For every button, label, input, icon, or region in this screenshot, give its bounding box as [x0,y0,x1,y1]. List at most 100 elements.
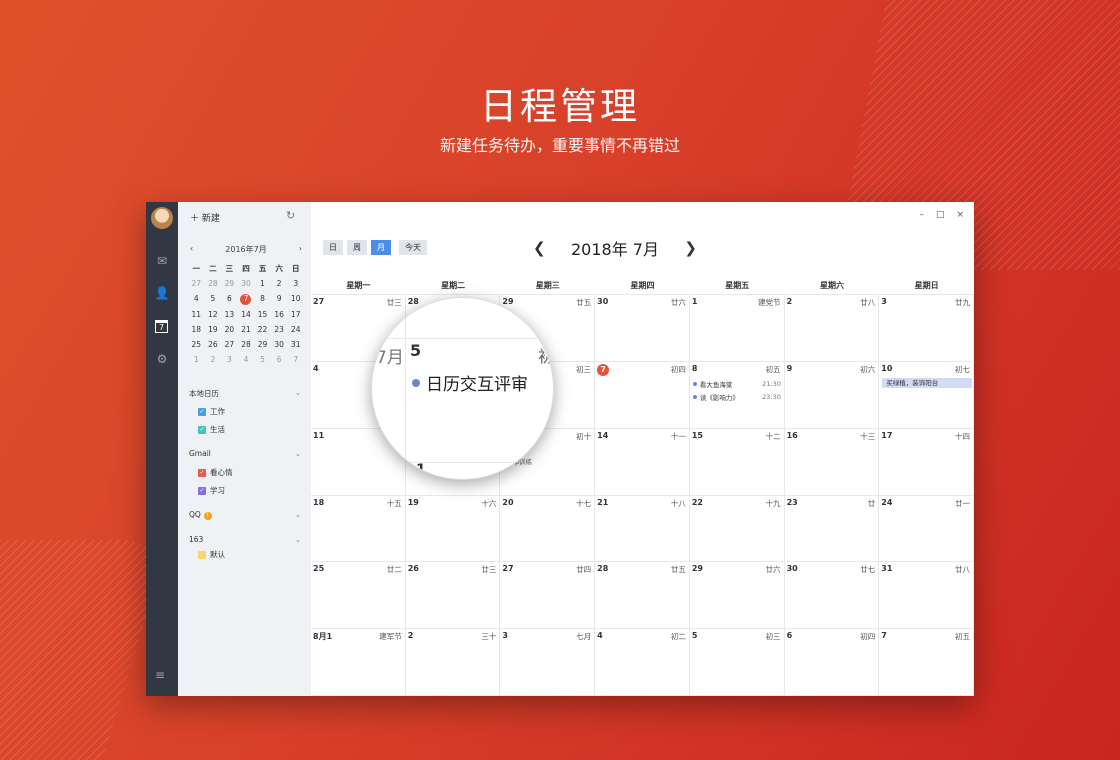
checkbox-icon[interactable]: ✓ [198,486,206,495]
day-cell[interactable]: 16 十三 [784,428,880,496]
mini-day[interactable]: 28 [205,279,222,289]
day-cell[interactable]: 8 初五 看大鱼海棠 21:30 读《影响力》 23:30 [689,361,785,429]
day-cell[interactable]: 31 廿八 [879,562,974,630]
day-cell[interactable]: 10 初七 买绿植，装饰阳台 [879,361,974,429]
mini-day[interactable]: 12 [205,310,222,320]
calendar-item-study[interactable]: ✓ 学习 [198,485,225,496]
mini-day[interactable]: 24 [287,325,304,335]
mini-day[interactable]: 26 [205,340,222,350]
mini-day[interactable]: 17 [287,310,304,320]
calendar-item-default[interactable]: 默认 [198,549,225,560]
day-cell[interactable]: 6 初四 [784,629,880,696]
day-cell[interactable]: 30 廿六 [595,295,690,362]
mini-day[interactable]: 6 [271,355,288,365]
mini-day[interactable]: 4 [188,294,205,305]
mini-day[interactable]: 15 [254,310,271,320]
mini-day[interactable]: 7 [240,294,252,305]
settings-icon[interactable]: ⚙ [154,352,170,366]
chevron-down-icon[interactable]: ⌄ [295,535,301,544]
calendar-item-work[interactable]: ✓ 工作 [198,406,225,417]
mini-day[interactable]: 27 [221,340,238,350]
day-cell[interactable]: 25 廿二 [311,562,406,630]
chevron-down-icon[interactable]: ⌄ [295,449,301,458]
day-cell[interactable]: 30 廿七 [784,562,880,630]
mini-day[interactable]: 1 [254,279,271,289]
chevron-left-icon[interactable]: ‹ [190,244,193,255]
mini-day[interactable]: 2 [271,279,288,289]
checkbox-icon[interactable]: ✓ [198,468,206,477]
mini-day[interactable]: 8 [254,294,271,305]
day-cell[interactable]: 8月1 建军节 [311,629,406,696]
menu-icon[interactable]: ≡ [155,668,165,682]
view-month-button[interactable]: 月 [371,240,391,255]
day-cell[interactable]: 20 十七 [500,495,596,563]
mini-day[interactable]: 4 [238,355,255,365]
mini-day[interactable]: 16 [271,310,288,320]
day-cell[interactable]: 5 初三 [689,629,785,696]
mini-day[interactable]: 29 [254,340,271,350]
mini-day[interactable]: 30 [271,340,288,350]
day-cell[interactable]: 7 初四 [595,361,690,429]
day-cell[interactable]: 4 初二 [595,629,690,696]
group-gmail[interactable]: Gmail ⌄ [189,449,301,458]
mini-day[interactable]: 13 [221,310,238,320]
mini-day[interactable]: 1 [188,355,205,365]
day-cell[interactable]: 24 廿一 [879,495,974,563]
mini-day[interactable]: 14 [238,310,255,320]
group-local[interactable]: 本地日历 ⌄ [189,388,301,399]
day-cell[interactable]: 19 十六 [405,495,501,563]
mini-day[interactable]: 25 [188,340,205,350]
mini-day[interactable]: 28 [238,340,255,350]
mini-day[interactable]: 5 [254,355,271,365]
mini-day[interactable]: 5 [205,294,222,305]
mini-day[interactable]: 20 [221,325,238,335]
mini-day[interactable]: 29 [221,279,238,289]
day-cell[interactable]: 7 初五 [879,629,974,696]
calendar-item-life[interactable]: ✓ 生活 [198,424,225,435]
group-163[interactable]: 163 ⌄ [189,535,301,544]
mini-day[interactable]: 21 [238,325,255,335]
mini-day[interactable]: 19 [205,325,222,335]
mini-day[interactable]: 22 [254,325,271,335]
day-cell[interactable]: 2 廿八 [784,295,880,362]
mini-day[interactable]: 31 [287,340,304,350]
day-cell[interactable]: 29 廿六 [689,562,785,630]
day-cell[interactable]: 3 七月 [500,629,596,696]
chevron-down-icon[interactable]: ⌄ [295,388,301,397]
mini-day[interactable]: 23 [271,325,288,335]
mail-icon[interactable]: ✉ [154,254,170,268]
close-icon[interactable]: × [956,210,964,220]
view-day-button[interactable]: 日 [323,240,343,255]
avatar[interactable] [151,207,173,229]
checkbox-icon[interactable] [198,550,206,559]
group-qq[interactable]: QQ! ⌄ [189,510,301,520]
chevron-right-icon[interactable]: ❯ [684,239,697,257]
day-cell[interactable]: 26 廿三 [405,562,501,630]
day-cell[interactable]: 3 廿九 [879,295,974,362]
allday-event[interactable]: 买绿植，装饰阳台 [882,377,973,388]
maximize-icon[interactable]: □ [936,210,945,220]
minimize-icon[interactable]: – [919,210,924,220]
mini-day[interactable]: 7 [287,355,304,365]
day-cell[interactable]: 27 廿四 [500,562,596,630]
mini-day[interactable]: 10 [287,294,304,305]
checkbox-icon[interactable]: ✓ [198,425,206,434]
chevron-right-icon[interactable]: › [299,244,302,255]
mini-day[interactable]: 27 [188,279,205,289]
calendar-icon[interactable]: 7 [155,320,168,333]
day-cell[interactable]: 21 十八 [595,495,690,563]
chevron-down-icon[interactable]: ⌄ [295,510,301,519]
day-cell[interactable]: 1 建党节 [689,295,785,362]
magnifier-event[interactable]: 日历交互评审 [412,370,528,395]
new-button[interactable]: ＋ 新建 [190,211,220,224]
refresh-icon[interactable]: ↻ [286,209,295,222]
chevron-left-icon[interactable]: ❮ [533,239,546,257]
today-button[interactable]: 今天 [399,240,427,255]
day-cell[interactable]: 14 十一 [595,428,690,496]
day-cell[interactable]: 23 廿 [784,495,880,563]
calendar-item-mood[interactable]: ✓ 看心情 [198,467,233,478]
mini-day[interactable]: 9 [271,294,288,305]
day-cell[interactable]: 17 十四 [879,428,974,496]
day-cell[interactable]: 15 十二 [689,428,785,496]
mini-day[interactable]: 11 [188,310,205,320]
